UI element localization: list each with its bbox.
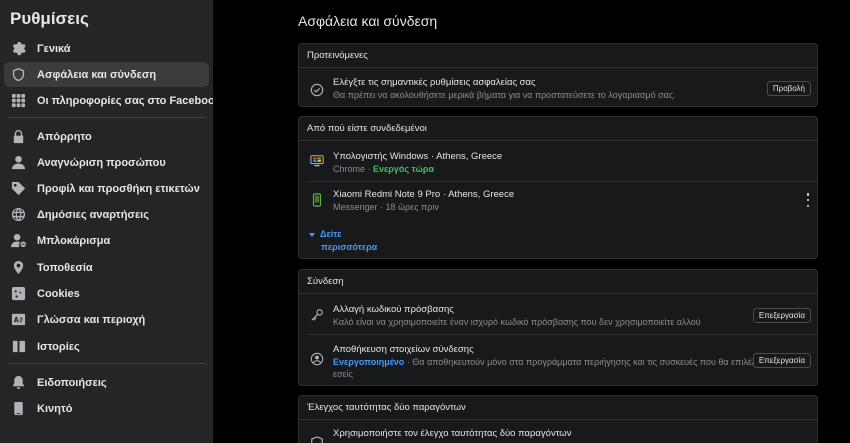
sidebar-item-general[interactable]: Γενικά xyxy=(4,36,209,61)
person-icon xyxy=(10,155,26,171)
two-factor-card: Έλεγχος ταυτότητας δύο παραγόντων Χρησιμ… xyxy=(298,395,818,443)
login-card: Σύνδεση Αλλαγή κωδικού πρόσβασης Καλό εί… xyxy=(298,269,818,386)
row-subtitle-line2: εσείς xyxy=(333,369,353,379)
tag-icon xyxy=(10,181,26,197)
sidebar-item-your-info[interactable]: Οι πληροφορίες σας στο Facebook xyxy=(4,88,213,113)
person-block-icon xyxy=(10,233,26,249)
active-now-status: Ενεργός τώρα xyxy=(373,164,435,174)
sidebar-item-security[interactable]: Ασφάλεια και σύνδεση xyxy=(4,62,209,87)
sidebar-item-label: Γλώσσα και περιοχή xyxy=(37,313,146,326)
row-subtitle: Θα πρέπει να ακολουθήσετε μερικά βήματα … xyxy=(333,90,676,100)
sidebar-item-stories[interactable]: Ιστορίες xyxy=(4,334,209,359)
row-subtitle: Καλό είναι να χρησιμοποιείτε έναν ισχυρό… xyxy=(333,317,701,327)
mobile-phone-icon xyxy=(309,192,325,208)
sidebar-divider xyxy=(8,363,206,364)
main-content: Ασφάλεια και σύνδεση Προτεινόμενες Ελέγξ… xyxy=(213,0,850,443)
card-heading: Προτεινόμενες xyxy=(299,44,817,68)
session-row[interactable]: Υπολογιστής Windows · Athens, Greece Chr… xyxy=(299,142,817,180)
sidebar-item-label: Απόρρητο xyxy=(37,130,92,143)
sidebar-item-label: Μπλοκάρισμα xyxy=(37,234,111,247)
book-icon xyxy=(10,339,26,355)
phone-icon xyxy=(10,401,26,417)
sidebar-item-blocking[interactable]: Μπλοκάρισμα xyxy=(4,228,209,253)
sidebar-item-label: Προφίλ και προσθήκη ετικετών xyxy=(37,182,200,195)
sidebar-item-profile-tagging[interactable]: Προφίλ και προσθήκη ετικετών xyxy=(4,176,209,201)
sidebar-item-cookies[interactable]: Cookies xyxy=(4,281,209,306)
edit-save-login-button[interactable]: Επεξεργασία xyxy=(752,353,811,368)
globe-icon xyxy=(10,207,26,223)
save-login-row[interactable]: Αποθήκευση στοιχείων σύνδεσης Ενεργοποιη… xyxy=(299,335,817,383)
enabled-status: Ενεργοποιημένο xyxy=(333,357,405,367)
sidebar-item-label: Αναγνώριση προσώπου xyxy=(37,156,166,169)
shield-check-icon xyxy=(309,82,325,98)
sidebar-divider xyxy=(8,117,206,118)
sidebar-item-label: Cookies xyxy=(37,287,80,300)
sidebar-item-privacy[interactable]: Απόρρητο xyxy=(4,124,209,149)
card-heading: Σύνδεση xyxy=(299,270,817,294)
sidebar-item-mobile[interactable]: Κινητό xyxy=(4,396,209,421)
shield-icon xyxy=(10,67,26,83)
where-logged-in-card: Από πού είστε συνδεδεμένοι Υπολογιστής W… xyxy=(298,116,818,259)
sidebar-item-label: Τοποθεσία xyxy=(37,261,93,274)
recommended-card: Προτεινόμενες Ελέγξτε τις σημαντικές ρυθ… xyxy=(298,43,818,107)
view-button[interactable]: Προβολή xyxy=(766,81,811,96)
gear-icon xyxy=(10,41,26,57)
sidebar-item-label: Οι πληροφορίες σας στο Facebook xyxy=(37,94,213,107)
grid-icon xyxy=(10,93,26,109)
more-options-icon[interactable] xyxy=(805,193,811,207)
lock-icon xyxy=(10,129,26,145)
see-more-link-line2[interactable]: περισσότερα xyxy=(321,242,377,252)
sidebar-item-label: Ασφάλεια και σύνδεση xyxy=(37,68,157,81)
row-title: Ελέγξτε τις σημαντικές ρυθμίσεις ασφαλεί… xyxy=(333,77,536,88)
session-row[interactable]: Xiaomi Redmi Note 9 Pro · Athens, Greece… xyxy=(299,182,817,218)
sidebar-item-label: Κινητό xyxy=(37,402,73,415)
page-title: Ασφάλεια και σύνδεση xyxy=(298,13,438,29)
key-icon xyxy=(309,307,325,323)
card-heading: Έλεγχος ταυτότητας δύο παραγόντων xyxy=(299,396,817,420)
row-subtitle: Ενεργοποιημένο · Θα αποθηκευτούν μόνο στ… xyxy=(333,357,768,367)
sidebar-item-language-region[interactable]: Γλώσσα και περιοχή xyxy=(4,307,209,332)
session-device: Xiaomi Redmi Note 9 Pro · Athens, Greece xyxy=(333,189,515,200)
see-more-link[interactable]: Δείτε xyxy=(309,229,342,239)
caret-down-icon xyxy=(309,232,315,237)
person-circle-icon xyxy=(309,351,325,367)
card-heading: Από πού είστε συνδεδεμένοι xyxy=(299,117,817,141)
row-title: Χρησιμοποιήστε τον έλεγχο ταυτότητας δύο… xyxy=(333,428,572,439)
bell-icon xyxy=(10,375,26,391)
row-title: Αποθήκευση στοιχείων σύνδεσης xyxy=(333,344,474,355)
security-checkup-row[interactable]: Ελέγξτε τις σημαντικές ρυθμίσεις ασφαλεί… xyxy=(299,69,817,107)
sidebar-item-location[interactable]: Τοποθεσία xyxy=(4,255,209,280)
session-meta: Chrome · Ενεργός τώρα xyxy=(333,164,435,174)
shield-icon xyxy=(309,435,325,443)
session-device: Υπολογιστής Windows · Athens, Greece xyxy=(333,151,503,162)
settings-sidebar: Ρυθμίσεις Γενικά Ασφάλεια και σύνδεση Οι… xyxy=(0,0,213,443)
sidebar-item-label: Δημόσιες αναρτήσεις xyxy=(37,208,149,221)
language-icon xyxy=(10,312,26,328)
sidebar-item-label: Γενικά xyxy=(37,42,71,55)
location-pin-icon xyxy=(10,260,26,276)
sidebar-item-label: Ιστορίες xyxy=(37,340,80,353)
two-factor-row[interactable]: Χρησιμοποιήστε τον έλεγχο ταυτότητας δύο… xyxy=(299,421,817,443)
sidebar-item-face-recognition[interactable]: Αναγνώριση προσώπου xyxy=(4,150,209,175)
sidebar-item-notifications[interactable]: Ειδοποιήσεις xyxy=(4,370,209,395)
edit-password-button[interactable]: Επεξεργασία xyxy=(752,308,811,323)
change-password-row[interactable]: Αλλαγή κωδικού πρόσβασης Καλό είναι να χ… xyxy=(299,295,817,333)
windows-desktop-icon xyxy=(309,153,325,169)
session-meta: Messenger · 18 ώρες πριν xyxy=(333,202,439,212)
sidebar-title: Ρυθμίσεις xyxy=(10,9,89,28)
sidebar-item-label: Ειδοποιήσεις xyxy=(37,376,107,389)
cookie-icon xyxy=(10,286,26,302)
sidebar-item-public-posts[interactable]: Δημόσιες αναρτήσεις xyxy=(4,202,209,227)
row-title: Αλλαγή κωδικού πρόσβασης xyxy=(333,304,454,315)
